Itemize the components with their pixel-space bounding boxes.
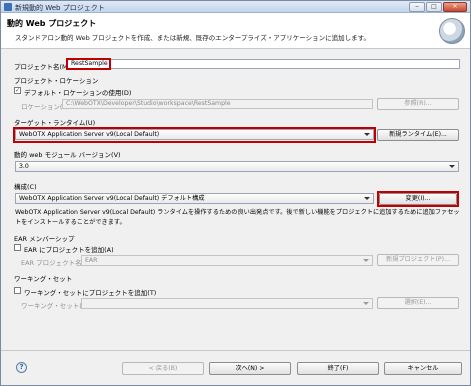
web-project-globe-icon [439, 18, 465, 44]
working-set-section-label: ワーキング・セット [14, 275, 73, 283]
module-version-label: 動的 web モジュール バージョン(V) [14, 151, 121, 159]
ear-project-name-value: EAR [85, 257, 98, 264]
wizard-header: 動的 Web プロジェクト スタンドアロン動的 Web プロジェクトを作成、また… [1, 13, 470, 49]
target-runtime-highlight [13, 127, 376, 143]
configuration-label: 構成(C) [14, 183, 37, 191]
page-title: 動的 Web プロジェクト [7, 19, 97, 28]
chevron-down-icon [363, 302, 369, 305]
use-default-location-label: デフォルト・ロケーションの使用(D) [24, 89, 132, 97]
next-button[interactable]: 次へ(N) > [209, 362, 291, 375]
project-location-section-label: プロジェクト・ロケーション [14, 77, 99, 85]
dialog-window: 新規動的 Web プロジェクト ‒ □ ✕ 動的 Web プロジェクト スタンド… [0, 0, 471, 386]
browse-button[interactable]: 参照(R)... [377, 98, 459, 110]
location-input[interactable]: C:\WebOTX\Developer\Studio\workspace\Res… [62, 99, 373, 109]
new-ear-project-button[interactable]: 新規プロジェクト(P)... [377, 254, 459, 266]
configuration-value: WebOTX Application Server v9(Local Defau… [19, 195, 205, 202]
project-name-label: プロジェクト名(M): [14, 63, 73, 71]
chevron-down-icon [363, 259, 369, 262]
help-icon[interactable]: ? [16, 362, 27, 373]
close-button[interactable]: ✕ [443, 2, 467, 12]
configuration-description: WebOTX Application Server v9(Local Defau… [15, 209, 460, 226]
module-version-select[interactable]: 3.0 [15, 161, 459, 172]
new-runtime-button[interactable]: 新規ランタイム(E)... [377, 129, 459, 141]
minimize-button[interactable]: ‒ [409, 2, 425, 12]
eclipse-window-icon [4, 3, 12, 11]
project-name-highlight [66, 58, 111, 70]
add-to-ear-checkbox[interactable] [14, 244, 21, 251]
finish-button[interactable]: 終了(F) [297, 362, 379, 375]
cancel-button[interactable]: キャンセル [384, 362, 462, 375]
add-to-ear-label: EAR にプロジェクトを追加(A) [24, 246, 114, 254]
add-to-working-set-label: ワーキング・セットにプロジェクトを追加(T) [24, 289, 157, 297]
ear-membership-section-label: EAR メンバーシップ [14, 235, 75, 243]
module-version-value: 3.0 [19, 163, 29, 170]
maximize-button[interactable]: □ [426, 2, 442, 12]
window-title: 新規動的 Web プロジェクト [15, 4, 105, 12]
footer-separator [1, 350, 470, 351]
working-sets-select[interactable] [81, 298, 373, 309]
project-name-input[interactable]: RestSample [67, 59, 460, 69]
use-default-location-checkbox[interactable] [14, 87, 21, 94]
configuration-select[interactable]: WebOTX Application Server v9(Local Defau… [15, 193, 374, 204]
chevron-down-icon [449, 165, 455, 168]
ear-project-name-select[interactable]: EAR [81, 255, 373, 266]
modify-button-highlight [377, 191, 459, 207]
target-runtime-label: ターゲット・ランタイム(U) [14, 119, 96, 127]
add-to-working-set-checkbox[interactable] [14, 287, 21, 294]
back-button[interactable]: < 戻る(B) [122, 362, 204, 375]
page-description: スタンドアロン動的 Web プロジェクトを作成、または新規、既存のエンタープライ… [15, 34, 370, 42]
select-working-set-button[interactable]: 選択(E)... [377, 297, 459, 309]
title-bar: 新規動的 Web プロジェクト ‒ □ ✕ [1, 1, 470, 13]
chevron-down-icon [364, 197, 370, 200]
